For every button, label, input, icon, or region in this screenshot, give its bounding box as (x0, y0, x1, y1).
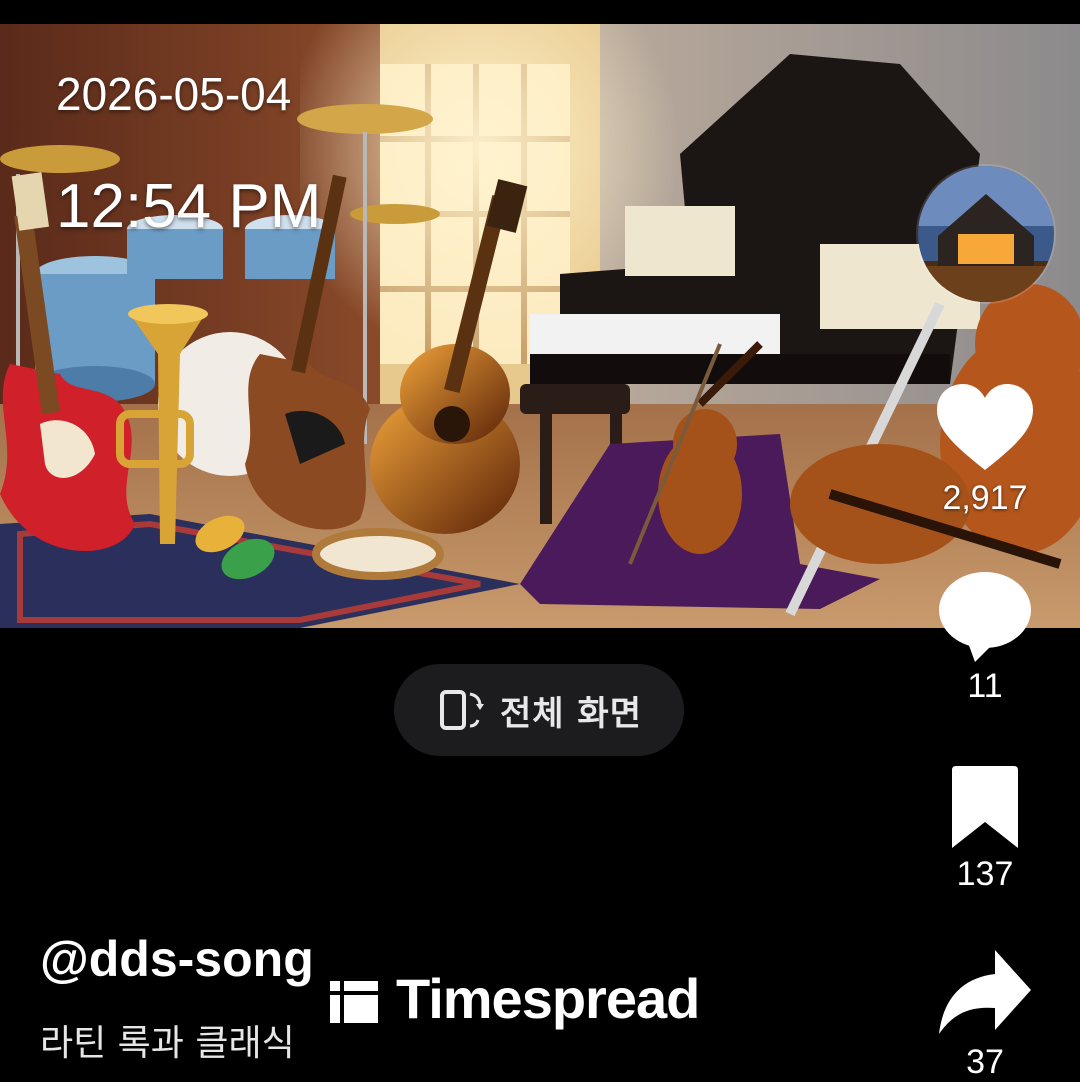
caption: 라틴 록과 클래식 (40, 1023, 295, 1064)
bookmark-icon (952, 766, 1018, 848)
avatar-image (918, 166, 1054, 302)
share-button[interactable]: 37 (925, 948, 1045, 1082)
fullscreen-label: 전체 화면 (500, 693, 642, 734)
share-count: 37 (966, 1043, 1004, 1081)
bookmark-count: 137 (956, 855, 1014, 893)
watermark-logo-icon (330, 980, 378, 1023)
like-button[interactable]: 2,917 (925, 382, 1045, 518)
comment-count: 11 (967, 667, 1003, 705)
avatar[interactable] (916, 164, 1056, 304)
comment-icon (939, 572, 1031, 662)
comment-button[interactable]: 11 (925, 570, 1045, 706)
share-icon (939, 950, 1031, 1034)
watermark: Timespread (330, 966, 700, 1031)
fullscreen-button[interactable]: 전체 화면 (394, 664, 684, 756)
overlay-date: 2026-05-04 (56, 68, 292, 120)
like-count: 2,917 (942, 479, 1028, 517)
rotate-screen-icon (440, 690, 485, 730)
top-strip (0, 0, 1080, 24)
heart-icon (937, 384, 1033, 470)
username[interactable]: @dds-song (40, 930, 314, 988)
watermark-text: Timespread (396, 967, 700, 1030)
bookmark-button[interactable]: 137 (925, 766, 1045, 894)
overlay-time: 12:54 PM (56, 172, 322, 241)
